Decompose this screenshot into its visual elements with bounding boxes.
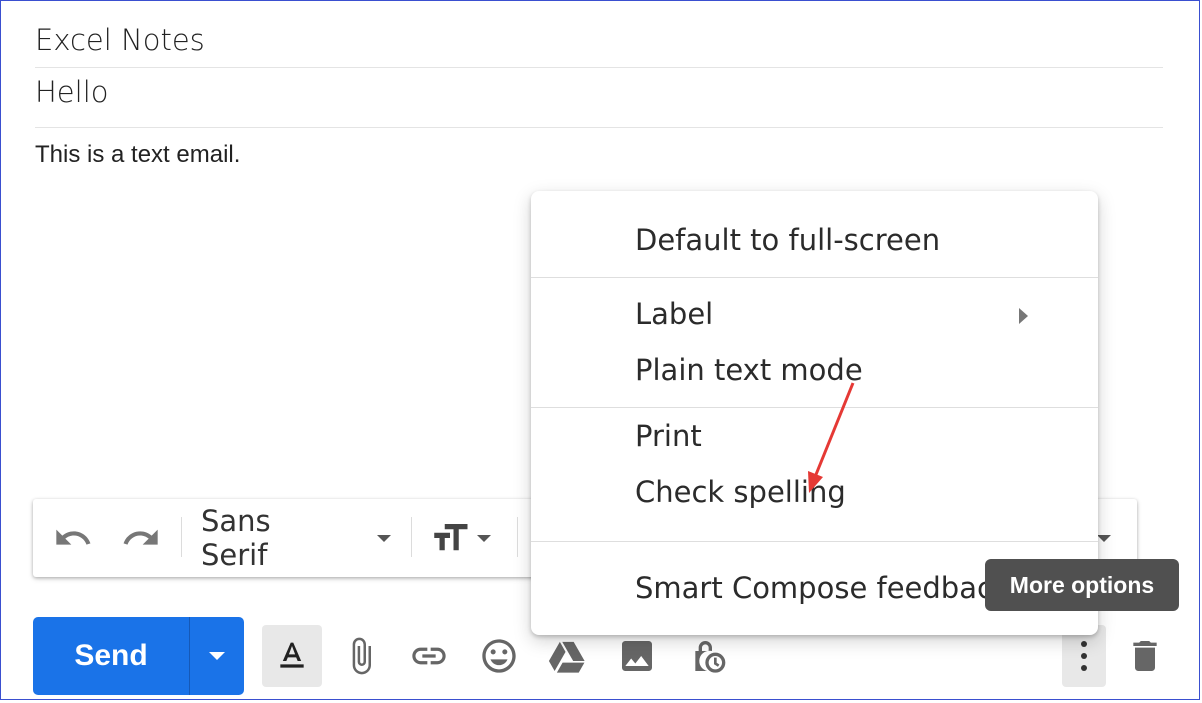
send-options-button[interactable] xyxy=(190,617,244,695)
chevron-down-icon xyxy=(477,534,491,542)
recipients-field[interactable]: Excel Notes xyxy=(35,23,1163,68)
chevron-down-icon xyxy=(209,652,225,660)
text-size-icon xyxy=(434,524,468,551)
subject-field[interactable]: Hello xyxy=(35,71,1163,128)
menu-item-check-spelling[interactable]: Check spelling xyxy=(635,475,846,509)
menu-item-smart-compose-feedback[interactable]: Smart Compose feedback xyxy=(635,571,1010,605)
menu-divider xyxy=(531,277,1098,278)
toolbar-divider xyxy=(411,517,412,557)
send-button-group: Send xyxy=(33,617,244,695)
font-size-select[interactable] xyxy=(429,499,503,577)
menu-divider xyxy=(531,541,1098,542)
more-options-tooltip: More options xyxy=(985,559,1179,611)
toolbar-divider xyxy=(181,517,182,557)
toolbar-divider xyxy=(517,517,518,557)
chevron-down-icon xyxy=(1097,534,1111,542)
formatting-options-icon[interactable] xyxy=(262,625,322,687)
emoji-icon[interactable] xyxy=(469,625,529,687)
compose-window: Excel Notes Hello This is a text email. … xyxy=(0,0,1200,700)
undo-icon[interactable] xyxy=(51,499,95,577)
attachment-icon[interactable] xyxy=(331,625,391,687)
menu-item-print[interactable]: Print xyxy=(635,419,702,453)
menu-item-label[interactable]: Label xyxy=(635,297,713,331)
menu-divider xyxy=(531,407,1098,408)
menu-item-plain-text-mode[interactable]: Plain text mode xyxy=(635,353,863,387)
recipient-chip[interactable]: Excel Notes xyxy=(35,23,205,57)
font-family-select[interactable]: Sans Serif xyxy=(201,499,391,577)
message-body[interactable]: This is a text email. xyxy=(35,141,240,169)
send-button[interactable]: Send xyxy=(33,617,190,695)
redo-icon[interactable] xyxy=(119,499,163,577)
subject-text: Hello xyxy=(35,75,109,109)
link-icon[interactable] xyxy=(399,625,459,687)
more-vert-icon xyxy=(1081,641,1087,671)
submenu-arrow-icon xyxy=(1019,308,1028,324)
menu-item-default-full-screen[interactable]: Default to full-screen xyxy=(635,223,940,257)
chevron-down-icon xyxy=(377,534,391,542)
font-family-label: Sans Serif xyxy=(201,504,271,572)
discard-draft-icon[interactable] xyxy=(1115,625,1175,687)
